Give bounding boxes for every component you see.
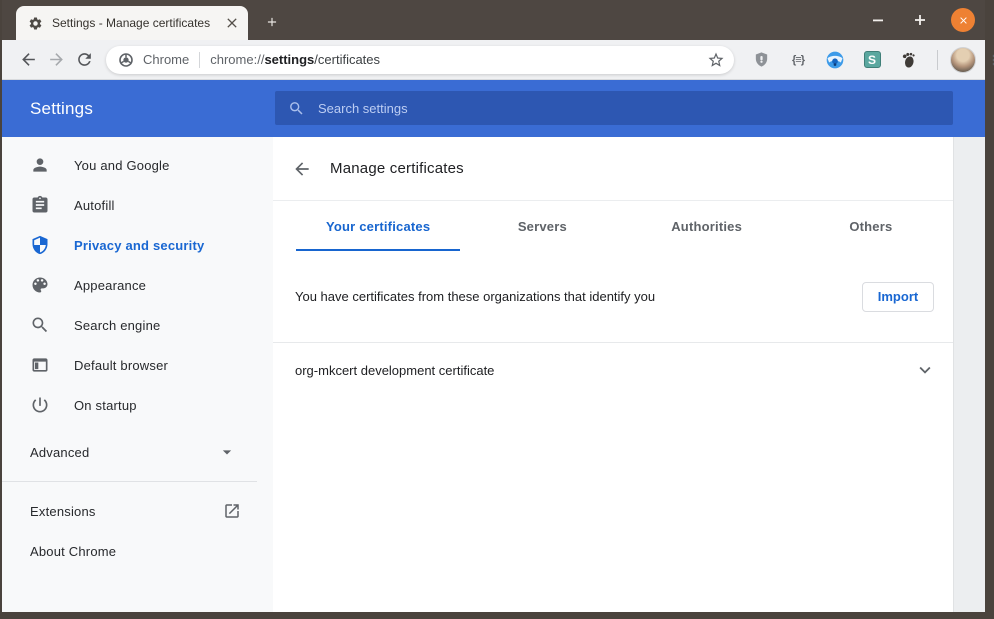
back-arrow-icon: [292, 159, 312, 179]
dropdown-arrow-icon: [217, 442, 237, 462]
subpage-header: Manage certificates: [273, 137, 953, 201]
search-icon: [288, 100, 305, 117]
settings-search-input[interactable]: Search settings: [275, 91, 953, 125]
certificates-description: You have certificates from these organiz…: [295, 289, 655, 304]
certificates-panel: Manage certificates Your certificates Se…: [273, 137, 953, 612]
browser-menu-button[interactable]: [986, 48, 994, 72]
sidebar-item-appearance[interactable]: Appearance: [2, 265, 273, 305]
maximize-icon: [914, 14, 926, 26]
sidebar-advanced-toggle[interactable]: Advanced: [2, 432, 273, 472]
plus-icon: [265, 15, 279, 29]
close-icon: [958, 15, 969, 26]
forward-arrow-icon: [47, 50, 66, 69]
forward-button[interactable]: [42, 46, 70, 74]
clipboard-icon: [30, 195, 50, 215]
tab-authorities[interactable]: Authorities: [625, 201, 789, 251]
sidebar-item-default-browser[interactable]: Default browser: [2, 345, 273, 385]
search-icon: [30, 315, 50, 335]
tab-your-certificates[interactable]: Your certificates: [296, 201, 460, 251]
tab-title: Settings - Manage certificates: [52, 16, 224, 30]
url-host: settings: [264, 52, 314, 67]
search-placeholder: Search settings: [318, 101, 408, 116]
tab-servers[interactable]: Servers: [460, 201, 624, 251]
url-path: /certificates: [314, 52, 380, 67]
bookmark-star-icon[interactable]: [707, 51, 725, 69]
import-button[interactable]: Import: [862, 282, 934, 312]
privacy-badger-extension-icon[interactable]: [824, 49, 846, 71]
stylus-extension-icon[interactable]: S: [861, 49, 883, 71]
reload-icon: [75, 50, 94, 69]
palette-icon: [30, 275, 50, 295]
sidebar-item-search-engine[interactable]: Search engine: [2, 305, 273, 345]
minimize-icon: [872, 14, 884, 26]
maximize-button[interactable]: [909, 9, 931, 31]
omnibox[interactable]: Chrome chrome://settings/certificates: [106, 46, 734, 74]
omnibox-url: chrome://settings/certificates: [210, 52, 380, 67]
profile-avatar[interactable]: [950, 47, 976, 73]
sidebar-item-you-and-google[interactable]: You and Google: [2, 145, 273, 185]
omnibox-separator: [199, 52, 200, 68]
reload-button[interactable]: [70, 46, 98, 74]
subpage-back-button[interactable]: [290, 157, 314, 181]
browser-tab[interactable]: Settings - Manage certificates: [16, 6, 248, 40]
window-controls: [867, 0, 985, 40]
browser-window: Settings - Manage certificates: [0, 0, 994, 619]
tab-close-icon[interactable]: [224, 15, 240, 31]
power-icon: [30, 395, 50, 415]
url-scheme: chrome://: [210, 52, 264, 67]
browser-window-icon: [30, 355, 50, 375]
privacy-shield-extension-icon[interactable]: [750, 49, 772, 71]
back-button[interactable]: [14, 46, 42, 74]
sidebar-divider: [2, 481, 257, 482]
chevron-down-icon[interactable]: [914, 359, 936, 381]
omnibox-site-label: Chrome: [143, 52, 189, 67]
settings-sidebar: You and Google Autofill Privacy and secu…: [2, 137, 273, 612]
scrollbar-track[interactable]: [953, 137, 985, 612]
json-viewer-extension-icon[interactable]: {≡}: [787, 49, 809, 71]
sidebar-item-about-chrome[interactable]: About Chrome: [2, 531, 273, 571]
minimize-button[interactable]: [867, 9, 889, 31]
gnome-foot-icon[interactable]: [898, 49, 920, 71]
sidebar-item-autofill[interactable]: Autofill: [2, 185, 273, 225]
person-icon: [30, 155, 50, 175]
window-close-button[interactable]: [951, 8, 975, 32]
settings-gear-icon: [28, 16, 43, 31]
tab-others[interactable]: Others: [789, 201, 953, 251]
chrome-page-icon: [118, 52, 134, 68]
kebab-menu-icon: [986, 52, 994, 68]
sidebar-item-privacy-and-security[interactable]: Privacy and security: [2, 225, 273, 265]
back-arrow-icon: [19, 50, 38, 69]
shield-icon: [30, 235, 50, 255]
external-link-icon: [223, 502, 241, 520]
sidebar-item-on-startup[interactable]: On startup: [2, 385, 273, 425]
tab-strip: Settings - Manage certificates: [2, 0, 985, 40]
toolbar-separator: [937, 50, 938, 70]
new-tab-button[interactable]: [258, 8, 286, 36]
sidebar-item-extensions[interactable]: Extensions: [2, 491, 273, 531]
settings-header: Settings Search settings: [2, 80, 985, 137]
extensions-row: {≡} S: [750, 49, 938, 71]
settings-title: Settings: [30, 99, 93, 119]
certificates-description-row: You have certificates from these organiz…: [273, 251, 953, 343]
browser-toolbar: Chrome chrome://settings/certificates {≡…: [2, 40, 985, 80]
certificate-tabs: Your certificates Servers Authorities Ot…: [296, 201, 953, 251]
certificate-name: org-mkcert development certificate: [295, 363, 494, 378]
page-title: Manage certificates: [330, 160, 464, 177]
certificate-row[interactable]: org-mkcert development certificate: [273, 343, 953, 397]
